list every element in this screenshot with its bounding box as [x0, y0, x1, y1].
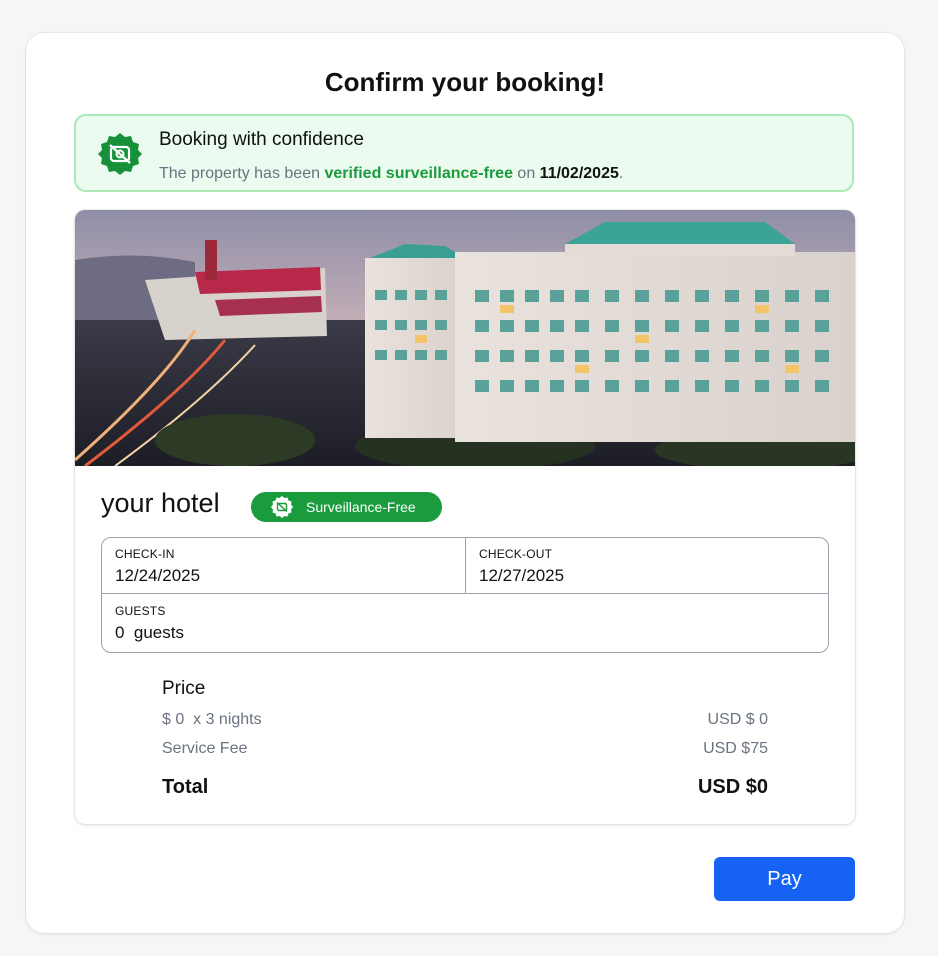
guests-label: GUESTS — [115, 604, 166, 618]
dialog-title: Confirm your booking! — [324, 67, 606, 97]
surveillance-free-badge: Surveillance-Free — [251, 492, 442, 522]
no-camera-icon — [271, 496, 293, 518]
verified-date: 11/02/2025 — [539, 165, 619, 182]
checkout-value: 12/27/2025 — [479, 566, 565, 585]
shield-no-camera-icon — [98, 133, 142, 175]
banner-text-middle: on — [512, 165, 540, 182]
hotel-photo — [75, 210, 855, 466]
total-value: USD $0 — [697, 776, 768, 798]
guests-value: 0 guests — [115, 623, 184, 642]
hotel-name: your hotel — [101, 488, 220, 518]
booking-dialog: Confirm your booking! Booking with confi… — [26, 33, 904, 933]
checkin-cell[interactable]: CHECK-IN 12/24/2025 — [115, 547, 200, 586]
booking-details: CHECK-IN 12/24/2025 CHECK-OUT 12/27/2025… — [101, 537, 829, 653]
confidence-banner: Booking with confidence The property has… — [74, 114, 854, 192]
verified-highlight: verified surveillance-free — [324, 165, 513, 182]
checkin-label: CHECK-IN — [115, 547, 175, 561]
banner-text-suffix: . — [618, 165, 624, 182]
banner-title: Booking with confidence — [159, 129, 364, 150]
service-fee-label: Service Fee — [162, 740, 248, 757]
guests-cell[interactable]: GUESTS 0 guests — [115, 604, 184, 643]
banner-text: The property has been verified surveilla… — [159, 165, 623, 183]
checkout-cell[interactable]: CHECK-OUT 12/27/2025 — [479, 547, 564, 586]
nightly-rate-label: $ 0 x 3 nights — [162, 711, 262, 728]
price-title: Price — [162, 678, 206, 699]
nightly-rate-value: USD $ 0 — [707, 711, 768, 728]
pay-button[interactable]: Pay — [714, 857, 855, 901]
checkin-value: 12/24/2025 — [115, 566, 201, 585]
total-label: Total — [162, 776, 209, 798]
checkout-label: CHECK-OUT — [479, 547, 553, 561]
badge-label: Surveillance-Free — [306, 499, 416, 515]
details-divider-vertical — [465, 538, 466, 593]
service-fee-value: USD $75 — [703, 740, 768, 757]
details-divider-horizontal — [102, 593, 828, 594]
banner-text-prefix: The property has been — [159, 165, 325, 182]
hotel-card: your hotel Surveillance-Free CHECK-IN 12… — [75, 210, 855, 824]
